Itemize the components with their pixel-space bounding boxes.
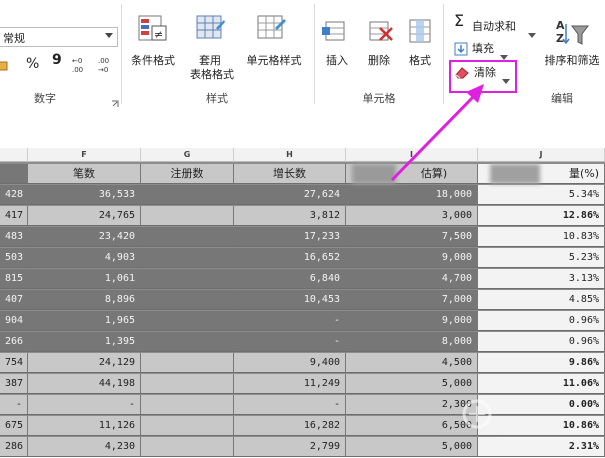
watermark-logo [462,399,603,439]
annotation-arrow [390,84,484,182]
